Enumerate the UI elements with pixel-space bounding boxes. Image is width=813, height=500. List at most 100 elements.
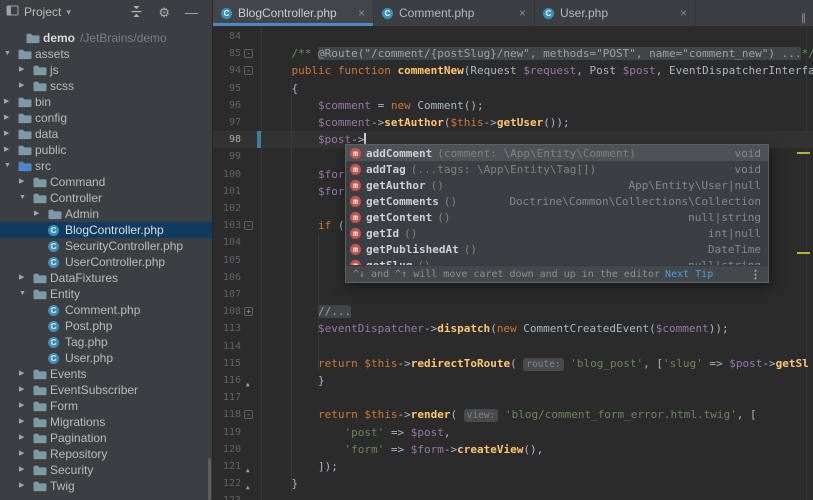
line-number[interactable]: 122 [213,475,241,492]
expand-arrow-icon[interactable]: ▶ [19,402,24,410]
tree-item-Admin[interactable]: ▶Admin [0,206,212,222]
line-number[interactable]: 115 [213,355,241,372]
tree-item-Events[interactable]: ▶Events [0,366,212,382]
code-line[interactable]: 113 $eventDispatcher->dispatch(new Comme… [213,320,813,337]
kebab-menu-icon[interactable]: ⋮ [750,268,761,281]
collapse-arrow-icon[interactable]: ▼ [4,50,11,58]
line-number[interactable]: 105 [213,252,241,269]
code-line[interactable]: 118- return $this->render( view: 'blog/c… [213,406,813,423]
fold-collapse-icon[interactable]: - [244,66,253,75]
fold-collapse-icon[interactable]: - [244,410,253,419]
expand-arrow-icon[interactable]: ▶ [19,82,24,90]
tree-item-BlogController.php[interactable]: CBlogController.php [0,222,212,238]
fold-collapse-icon[interactable]: - [244,221,253,230]
tree-item-Command[interactable]: ▶Command [0,174,212,190]
warning-stripe-mark[interactable] [797,252,810,254]
collapse-arrow-icon[interactable]: ▼ [19,290,26,298]
code-line[interactable]: 85- /** @Route("/comment/{postSlug}/new"… [213,45,813,62]
close-icon[interactable]: × [680,6,687,20]
warning-stripe-mark[interactable] [797,152,810,154]
expand-arrow-icon[interactable]: ▶ [4,146,9,154]
line-number[interactable]: 97 [213,114,241,131]
line-number[interactable]: 107 [213,286,241,303]
line-number[interactable]: 104 [213,234,241,251]
tree-item-demo[interactable]: demo/JetBrains/demo [0,30,212,46]
tree-item-SecurityController.php[interactable]: CSecurityController.php [0,238,212,254]
tree-item-Form[interactable]: ▶Form [0,398,212,414]
tree-item-DataFixtures[interactable]: ▶DataFixtures [0,270,212,286]
expand-arrow-icon[interactable]: ▶ [19,466,24,474]
code-line[interactable]: 97 $comment->setAuthor($this->getUser())… [213,114,813,131]
line-number[interactable]: 100 [213,166,241,183]
tree-item-assets[interactable]: ▼assets [0,46,212,62]
line-number[interactable]: 99 [213,148,241,165]
tree-item-Migrations[interactable]: ▶Migrations [0,414,212,430]
line-number[interactable]: 103 [213,217,241,234]
tree-item-User.php[interactable]: CUser.php [0,350,212,366]
code-line[interactable]: 96 $comment = new Comment(); [213,97,813,114]
line-number[interactable]: 96 [213,97,241,114]
code-line[interactable]: 95 { [213,80,813,97]
expand-arrow-icon[interactable]: ▶ [19,386,24,394]
code-line[interactable]: 121▲ ]); [213,458,813,475]
line-number[interactable]: 85 [213,45,241,62]
expand-arrow-icon[interactable]: ▶ [34,210,39,218]
line-number[interactable]: 121 [213,458,241,475]
code-line[interactable]: 107 [213,286,813,303]
line-number[interactable]: 108 [213,303,241,320]
expand-arrow-icon[interactable]: ▶ [19,66,24,74]
line-number[interactable]: 95 [213,80,241,97]
completion-item-getComments[interactable]: mgetComments()Doctrine\Common\Collection… [346,193,768,209]
line-number[interactable]: 84 [213,28,241,45]
line-number[interactable]: 94 [213,62,241,79]
expand-arrow-icon[interactable]: ▶ [4,114,9,122]
tree-item-Controller[interactable]: ▼Controller [0,190,212,206]
completion-item-getContent[interactable]: mgetContent()null|string [346,209,768,225]
project-panel-title[interactable]: Project [24,5,61,19]
expand-arrow-icon[interactable]: ▶ [19,434,24,442]
fold-collapse-icon[interactable]: - [244,49,253,58]
hide-panel-icon[interactable]: — [185,6,198,19]
line-number[interactable]: 101 [213,183,241,200]
code-line[interactable]: 84 [213,28,813,45]
close-icon[interactable]: × [519,6,526,20]
line-number[interactable]: 102 [213,200,241,217]
expand-arrow-icon[interactable]: ▶ [19,370,24,378]
gear-icon[interactable]: ⚙ [158,6,170,19]
tree-item-public[interactable]: ▶public [0,142,212,158]
tree-item-Comment.php[interactable]: CComment.php [0,302,212,318]
code-line[interactable]: 123 [213,492,813,500]
code-line[interactable]: 94- public function commentNew(Request $… [213,62,813,79]
completion-item-addComment[interactable]: maddComment(comment: \App\Entity\Comment… [346,145,768,161]
tree-item-EventSubscriber[interactable]: ▶EventSubscriber [0,382,212,398]
tree-item-Entity[interactable]: ▼Entity [0,286,212,302]
tree-item-bin[interactable]: ▶bin [0,94,212,110]
line-number[interactable]: 120 [213,441,241,458]
line-number[interactable]: 116 [213,372,241,389]
tree-item-js[interactable]: ▶js [0,62,212,78]
collapse-arrow-icon[interactable]: ▼ [4,162,11,170]
tree-item-data[interactable]: ▶data [0,126,212,142]
tab-User.php[interactable]: CUser.php× [535,0,696,26]
code-line[interactable]: 119 'post' => $post, [213,424,813,441]
expand-arrow-icon[interactable]: ▶ [4,98,9,106]
completion-item-getId[interactable]: mgetId()int|null [346,225,768,241]
line-number[interactable]: 123 [213,492,241,500]
tree-item-Post.php[interactable]: CPost.php [0,318,212,334]
collapse-arrow-icon[interactable]: ▼ [19,194,26,202]
code-line[interactable]: 122▲ } [213,475,813,492]
code-line[interactable]: 114 [213,338,813,355]
tab-Comment.php[interactable]: CComment.php× [374,0,535,26]
tree-item-Twig[interactable]: ▶Twig [0,478,212,494]
close-icon[interactable]: × [358,6,365,20]
tree-item-Repository[interactable]: ▶Repository [0,446,212,462]
tree-item-scss[interactable]: ▶scss [0,78,212,94]
expand-arrow-icon[interactable]: ▶ [19,482,24,490]
tree-item-Pagination[interactable]: ▶Pagination [0,430,212,446]
tree-item-UserController.php[interactable]: CUserController.php [0,254,212,270]
completion-item-addTag[interactable]: maddTag(...tags: \App\Entity\Tag[])void [346,161,768,177]
line-number[interactable]: 114 [213,338,241,355]
line-number[interactable]: 106 [213,269,241,286]
tree-item-Security[interactable]: ▶Security [0,462,212,478]
expand-arrow-icon[interactable]: ▶ [19,418,24,426]
